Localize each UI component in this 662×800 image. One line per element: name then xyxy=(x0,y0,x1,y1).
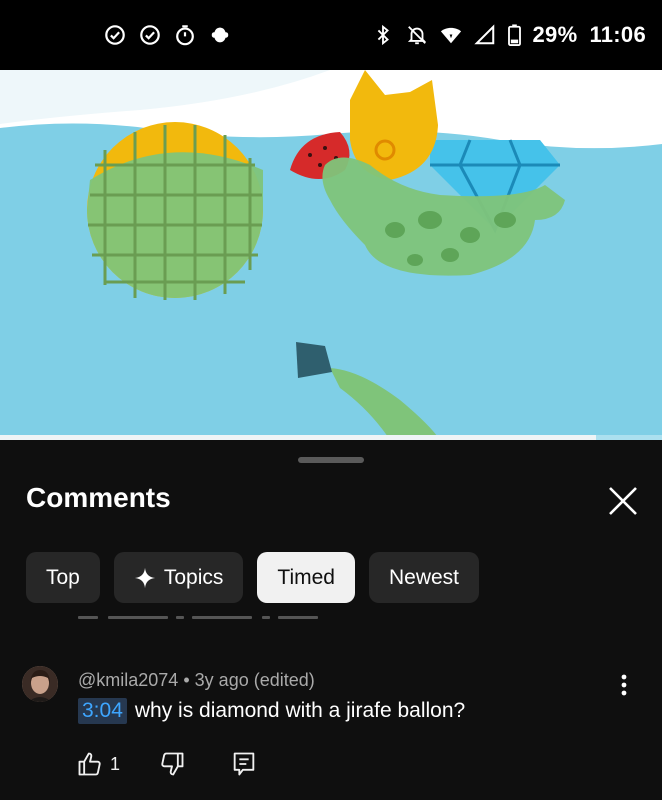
comments-sheet: Comments Top Topics Timed Newest @kmila2… xyxy=(0,440,662,800)
battery-percentage: 29% xyxy=(532,22,578,47)
notifications-off-icon xyxy=(407,26,426,45)
drag-handle[interactable] xyxy=(298,457,364,463)
comment-body: 3:04 why is diamond with a jirafe ballon… xyxy=(78,698,465,724)
filter-chip-topics[interactable]: Topics xyxy=(113,552,244,603)
thumb-up-icon xyxy=(78,752,101,776)
filter-chip-label: Newest xyxy=(388,565,459,589)
signal-icon xyxy=(473,24,494,45)
filter-chip-newest[interactable]: Newest xyxy=(368,552,479,603)
previous-comment-actions-peek xyxy=(0,614,662,622)
sparkle-icon xyxy=(134,567,155,588)
like-count: 1 xyxy=(110,753,121,774)
timer-icon xyxy=(176,25,194,46)
filter-chip-label: Top xyxy=(46,565,80,589)
wifi-icon xyxy=(440,27,461,44)
status-bar: 29% 11:06 xyxy=(0,0,662,70)
close-button[interactable] xyxy=(604,482,642,520)
like-button[interactable]: 1 xyxy=(76,750,120,778)
comment-more-button[interactable] xyxy=(612,670,636,700)
comment-edited: (edited) xyxy=(253,670,315,690)
status-bar-system-icons: 29% 11:06 xyxy=(372,22,647,48)
meta-separator: • xyxy=(183,670,190,690)
filter-chip-label: Topics xyxy=(163,565,224,589)
filter-chip-label: Timed xyxy=(277,565,335,589)
avatar[interactable] xyxy=(22,666,58,702)
close-icon xyxy=(609,487,637,515)
clock: 11:06 xyxy=(589,22,646,47)
comment-timestamp-link[interactable]: 3:04 xyxy=(78,698,127,724)
check-circle-icon xyxy=(105,25,125,45)
filter-chip-timed[interactable]: Timed xyxy=(257,552,355,603)
comment-age: 3y ago xyxy=(194,670,249,690)
bug-icon xyxy=(211,27,229,43)
filter-chip-top[interactable]: Top xyxy=(26,552,100,603)
check-circle-icon xyxy=(140,25,160,45)
reply-comment-icon xyxy=(233,752,255,776)
comment-meta: @kmila2074 • 3y ago (edited) xyxy=(78,670,315,691)
comment-text: why is diamond with a jirafe ballon? xyxy=(134,699,466,722)
dislike-button[interactable] xyxy=(158,750,186,778)
more-vert-icon xyxy=(621,674,627,696)
status-bar-notification-icons xyxy=(104,24,231,46)
video-player[interactable] xyxy=(0,70,662,440)
bluetooth-icon xyxy=(377,24,389,46)
comments-title: Comments xyxy=(26,482,171,513)
comment-actions: 1 xyxy=(76,750,258,778)
battery-icon xyxy=(507,24,521,46)
comment-author[interactable]: @kmila2074 xyxy=(78,670,178,690)
thumb-down-icon xyxy=(161,752,184,776)
reply-button[interactable] xyxy=(230,750,258,778)
video-frame xyxy=(0,70,662,440)
comment-filter-chips: Top Topics Timed Newest xyxy=(26,552,479,603)
avatar-image xyxy=(22,666,58,702)
